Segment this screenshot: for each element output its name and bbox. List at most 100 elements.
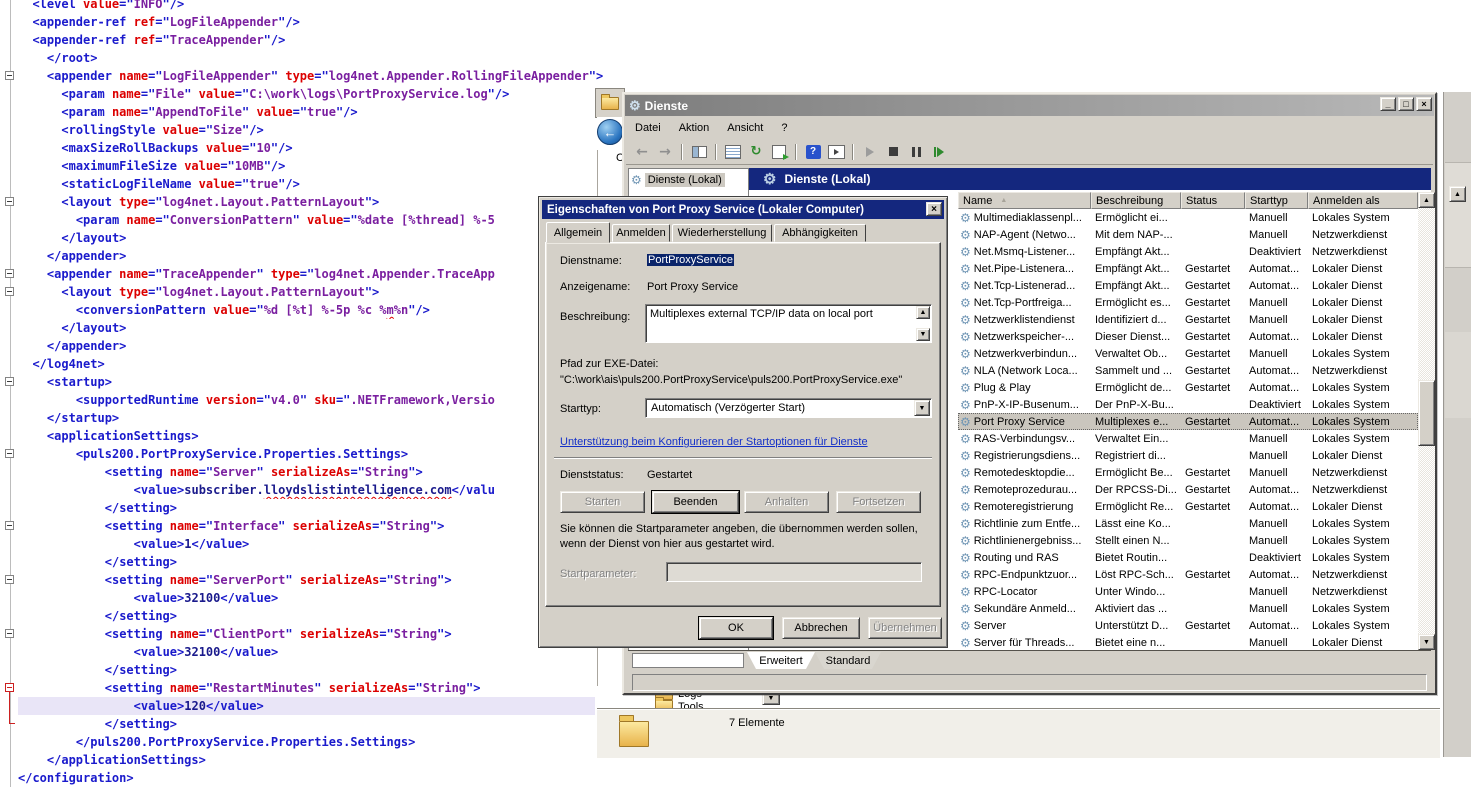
column-header-anmelden-als[interactable]: Anmelden als xyxy=(1308,192,1418,209)
tab-anmelden[interactable]: Anmelden xyxy=(612,224,670,242)
fold-toggle-icon[interactable] xyxy=(5,71,14,80)
fold-toggle-icon[interactable] xyxy=(5,377,14,386)
tab-allgemein[interactable]: Allgemein xyxy=(546,222,610,243)
table-scrollbar[interactable]: ▲ ▼ xyxy=(1418,192,1435,650)
table-row[interactable]: ⚙Remoteprozedurau...Der RPCSS-Di...Gesta… xyxy=(958,481,1418,498)
column-header-beschreibung[interactable]: Beschreibung xyxy=(1091,192,1181,209)
show-console-tree-button[interactable] xyxy=(689,142,709,162)
code-line[interactable]: <appender-ref ref="LogFileAppender"/> xyxy=(18,13,1471,31)
action-pane-icon xyxy=(828,145,845,159)
code-line[interactable]: <level value="INFO"/> xyxy=(18,0,1471,13)
back-button[interactable]: ← xyxy=(632,142,652,162)
fold-toggle-icon[interactable] xyxy=(5,287,14,296)
startparameter-input[interactable] xyxy=(666,562,922,582)
table-row[interactable]: ⚙Multimediaklassenpl...Ermöglicht ei...M… xyxy=(958,209,1418,226)
restart-service-button[interactable] xyxy=(929,142,949,162)
menu-ansicht[interactable]: Ansicht xyxy=(718,120,772,136)
tab-erweitert[interactable]: Erweitert xyxy=(747,652,815,669)
table-row[interactable]: ⚙Routing und RASBietet Routin...Deaktivi… xyxy=(958,549,1418,566)
menu-aktion[interactable]: Aktion xyxy=(670,120,719,136)
table-row[interactable]: ⚙Net.Tcp-Portfreiga...Ermöglicht es...Ge… xyxy=(958,294,1418,311)
fold-toggle-icon[interactable] xyxy=(5,683,14,692)
table-row[interactable]: ⚙RPC-Endpunktzuor...Löst RPC-Sch...Gesta… xyxy=(958,566,1418,583)
table-row[interactable]: ⚙NAP-Agent (Netwo...Mit dem NAP-...Manue… xyxy=(958,226,1418,243)
table-row[interactable]: ⚙Net.Pipe-Listenera...Empfängt Akt...Ges… xyxy=(958,260,1418,277)
table-row[interactable]: ⚙Remotedesktopdie...Ermöglicht Be...Gest… xyxy=(958,464,1418,481)
tab-wiederherstellung[interactable]: Wiederherstellung xyxy=(672,224,772,242)
table-row[interactable]: ⚙NetzwerklistendienstIdentifiziert d...G… xyxy=(958,311,1418,328)
table-row[interactable]: ⚙RemoteregistrierungErmöglicht Re...Gest… xyxy=(958,498,1418,515)
stop-service-button[interactable] xyxy=(883,142,903,162)
table-row[interactable]: ⚙ServerUnterstützt D...GestartetAutomat.… xyxy=(958,617,1418,634)
start-service-button[interactable] xyxy=(860,142,880,162)
explorer-back-button[interactable]: ← xyxy=(597,117,623,149)
anhalten-button[interactable]: Anhalten xyxy=(744,491,829,513)
table-row[interactable]: ⚙Net.Msmq-Listener...Empfängt Akt...Deak… xyxy=(958,243,1418,260)
scroll-up-button[interactable]: ▲ xyxy=(1418,192,1435,208)
menu-help[interactable]: ? xyxy=(772,120,796,136)
fortsetzen-button[interactable]: Fortsetzen xyxy=(836,491,921,513)
scroll-down-button[interactable]: ▼ xyxy=(1418,634,1435,650)
code-line[interactable]: <appender name="LogFileAppender" type="l… xyxy=(18,67,1471,85)
fold-toggle-icon[interactable] xyxy=(5,269,14,278)
maximize-button[interactable]: □ xyxy=(1398,97,1414,111)
starten-button[interactable]: Starten xyxy=(560,491,645,513)
table-row[interactable]: ⚙Netzwerkspeicher-...Dieser Dienst...Ges… xyxy=(958,328,1418,345)
action-pane-button[interactable] xyxy=(826,142,846,162)
table-row[interactable]: ⚙RPC-LocatorUnter Windo...ManuellNetzwer… xyxy=(958,583,1418,600)
fold-toggle-icon[interactable] xyxy=(5,629,14,638)
uebernehmen-button[interactable]: Übernehmen xyxy=(868,617,942,639)
close-button[interactable]: × xyxy=(1416,97,1432,111)
fold-toggle-icon[interactable] xyxy=(5,449,14,458)
scroll-up-button[interactable]: ▲ xyxy=(1449,186,1466,202)
table-row[interactable]: ⚙Net.Tcp-Listenerad...Empfängt Akt...Ges… xyxy=(958,277,1418,294)
table-row[interactable]: ⚙NLA (Network Loca...Sammelt und ...Gest… xyxy=(958,362,1418,379)
tab-standard[interactable]: Standard xyxy=(815,652,881,669)
beschreibung-textbox[interactable]: Multiplexes external TCP/IP data on loca… xyxy=(645,304,932,343)
refresh-button[interactable]: ↻ xyxy=(746,142,766,162)
ok-button[interactable]: OK xyxy=(699,617,773,639)
table-row[interactable]: ⚙PnP-X-IP-Busenum...Der PnP-X-Bu...Deakt… xyxy=(958,396,1418,413)
code-line[interactable]: </configuration> xyxy=(18,769,1471,787)
export-list-button[interactable] xyxy=(769,142,789,162)
pause-service-button[interactable] xyxy=(906,142,926,162)
table-row[interactable]: ⚙RAS-Verbindungsv...Verwaltet Ein...Manu… xyxy=(958,430,1418,447)
code-line[interactable]: <appender-ref ref="TraceAppender"/> xyxy=(18,31,1471,49)
dienstname-value[interactable]: PortProxyService xyxy=(647,254,734,266)
forward-button[interactable]: → xyxy=(655,142,675,162)
column-header-name[interactable]: Name ▲ xyxy=(958,192,1091,209)
properties-button[interactable] xyxy=(723,142,743,162)
column-header-starttyp[interactable]: Starttyp xyxy=(1245,192,1308,209)
dialog-close-button[interactable]: × xyxy=(926,202,942,216)
help-button[interactable]: ? xyxy=(803,142,823,162)
tab-abhaengigkeiten[interactable]: Abhängigkeiten xyxy=(774,224,866,242)
table-row[interactable]: ⚙Richtlinie zum Entfe...Lässt eine Ko...… xyxy=(958,515,1418,532)
dialog-titlebar[interactable]: Eigenschaften von Port Proxy Service (Lo… xyxy=(542,200,944,219)
menu-datei[interactable]: Datei xyxy=(626,120,670,136)
scroll-down-button[interactable]: ▼ xyxy=(916,328,930,341)
code-folding-gutter[interactable] xyxy=(0,0,18,787)
minimize-button[interactable]: _ xyxy=(1380,97,1396,111)
scroll-up-button[interactable]: ▲ xyxy=(916,306,930,319)
services-titlebar[interactable]: ⚙ Dienste xyxy=(625,95,1434,116)
starttyp-combobox[interactable]: Automatisch (Verzögerter Start) ▼ xyxy=(645,398,932,418)
tree-item-dienste-lokal[interactable]: ⚙ Dienste (Lokal) xyxy=(631,171,725,188)
table-row[interactable]: ⚙Sekundäre Anmeld...Aktiviert das ...Man… xyxy=(958,600,1418,617)
table-row[interactable]: ⚙Richtlinienergebniss...Stellt einen N..… xyxy=(958,532,1418,549)
abbrechen-button[interactable]: Abbrechen xyxy=(782,617,860,639)
table-row[interactable]: ⚙Registrierungsdiens...Registriert di...… xyxy=(958,447,1418,464)
table-row[interactable]: ⚙Server für Threads...Bietet eine n...Ma… xyxy=(958,634,1418,650)
beenden-button[interactable]: Beenden xyxy=(652,491,739,513)
table-row[interactable]: ⚙Netzwerkverbindun...Verwaltet Ob...Gest… xyxy=(958,345,1418,362)
startoptions-help-link[interactable]: Unterstützung beim Konfigurieren der Sta… xyxy=(560,436,868,448)
fold-toggle-icon[interactable] xyxy=(5,521,14,530)
column-header-status[interactable]: Status xyxy=(1181,192,1245,209)
fold-toggle-icon[interactable] xyxy=(5,197,14,206)
scrollbar-thumb[interactable] xyxy=(1418,380,1435,446)
code-line[interactable]: </root> xyxy=(18,49,1471,67)
combobox-dropdown-button[interactable]: ▼ xyxy=(914,400,930,416)
fold-toggle-icon[interactable] xyxy=(5,575,14,584)
table-row[interactable]: ⚙Port Proxy ServiceMultiplexes e...Gesta… xyxy=(958,413,1418,430)
button-label: Abbrechen xyxy=(794,622,847,634)
table-row[interactable]: ⚙Plug & PlayErmöglicht de...GestartetAut… xyxy=(958,379,1418,396)
